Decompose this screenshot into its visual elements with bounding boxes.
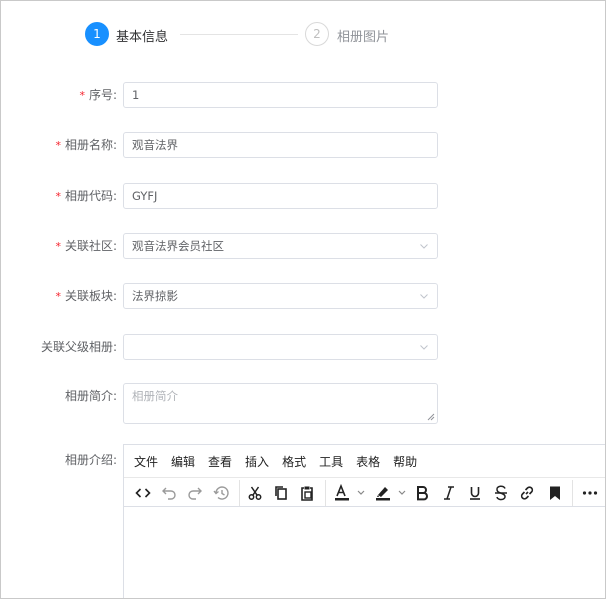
editor-toolbar xyxy=(124,477,605,507)
strikethrough-icon[interactable] xyxy=(492,482,510,504)
page-frame: 1 基本信息 2 相册图片 * 序号: 1 * 相册名称: 观音法界 * 相册代码: … xyxy=(0,0,606,599)
name-input[interactable]: 观音法界 xyxy=(123,132,438,158)
resize-grip-icon[interactable] xyxy=(427,413,435,421)
parent-label: 关联父级相册: xyxy=(40,340,117,354)
toolbar-divider xyxy=(325,480,326,506)
brief-textarea[interactable]: 相册简介 xyxy=(123,383,438,424)
more-icon[interactable] xyxy=(579,482,601,504)
cut-icon[interactable] xyxy=(245,482,265,504)
step-connector xyxy=(180,34,298,35)
code-input[interactable]: GYFJ xyxy=(123,183,438,209)
order-input[interactable]: 1 xyxy=(123,82,438,108)
menu-help[interactable]: 帮助 xyxy=(393,453,417,470)
step-1-title[interactable]: 基本信息 xyxy=(116,26,168,45)
step-1-circle[interactable]: 1 xyxy=(85,22,109,46)
bold-icon[interactable] xyxy=(413,482,431,504)
menu-table[interactable]: 表格 xyxy=(356,453,380,470)
community-select-value: 观音法界会员社区 xyxy=(132,239,224,253)
menu-edit[interactable]: 编辑 xyxy=(171,453,195,470)
chevron-down-icon xyxy=(420,294,428,299)
required-mark: * xyxy=(55,190,61,203)
rich-text-editor: 文件 编辑 查看 插入 格式 工具 表格 帮助 xyxy=(123,444,605,598)
required-mark: * xyxy=(55,240,61,253)
menu-view[interactable]: 查看 xyxy=(208,453,232,470)
parent-album-select[interactable] xyxy=(123,334,438,360)
bookmark-icon[interactable] xyxy=(545,482,565,504)
italic-icon[interactable] xyxy=(440,482,458,504)
brief-label: 相册简介: xyxy=(64,389,117,403)
name-label: * 相册名称: xyxy=(55,138,117,152)
code-label: * 相册代码: xyxy=(55,189,117,203)
brief-placeholder: 相册简介 xyxy=(132,389,178,403)
underline-icon[interactable] xyxy=(466,482,484,504)
link-icon[interactable] xyxy=(517,482,537,504)
redo-icon[interactable] xyxy=(185,482,205,504)
menu-format[interactable]: 格式 xyxy=(282,453,306,470)
chevron-down-icon xyxy=(420,244,428,249)
board-select[interactable]: 法界掠影 xyxy=(123,283,438,309)
text-color-icon[interactable] xyxy=(331,482,371,504)
community-select[interactable]: 观音法界会员社区 xyxy=(123,233,438,259)
chevron-down-icon xyxy=(420,345,428,350)
step-2-title[interactable]: 相册图片 xyxy=(337,26,389,45)
menu-tools[interactable]: 工具 xyxy=(319,453,343,470)
community-label: * 关联社区: xyxy=(55,239,117,253)
copy-icon[interactable] xyxy=(271,482,291,504)
required-mark: * xyxy=(55,290,61,303)
order-label: * 序号: xyxy=(79,88,117,102)
board-label: * 关联板块: xyxy=(55,289,117,303)
steps-bar: 1 基本信息 2 相册图片 xyxy=(85,22,405,47)
undo-icon[interactable] xyxy=(159,482,179,504)
highlight-color-icon[interactable] xyxy=(372,482,412,504)
intro-label: 相册介绍: xyxy=(64,453,117,467)
restore-draft-icon[interactable] xyxy=(211,482,233,504)
editor-content-area[interactable] xyxy=(124,507,605,598)
toolbar-divider xyxy=(239,480,240,506)
board-select-value: 法界掠影 xyxy=(132,289,178,303)
editor-menubar: 文件 编辑 查看 插入 格式 工具 表格 帮助 xyxy=(124,445,605,477)
paste-icon[interactable] xyxy=(297,482,317,504)
source-code-icon[interactable] xyxy=(133,482,153,504)
menu-file[interactable]: 文件 xyxy=(134,453,158,470)
menu-insert[interactable]: 插入 xyxy=(245,453,269,470)
toolbar-divider xyxy=(572,480,573,506)
required-mark: * xyxy=(79,89,85,102)
step-2-circle[interactable]: 2 xyxy=(305,22,329,46)
required-mark: * xyxy=(55,139,61,152)
